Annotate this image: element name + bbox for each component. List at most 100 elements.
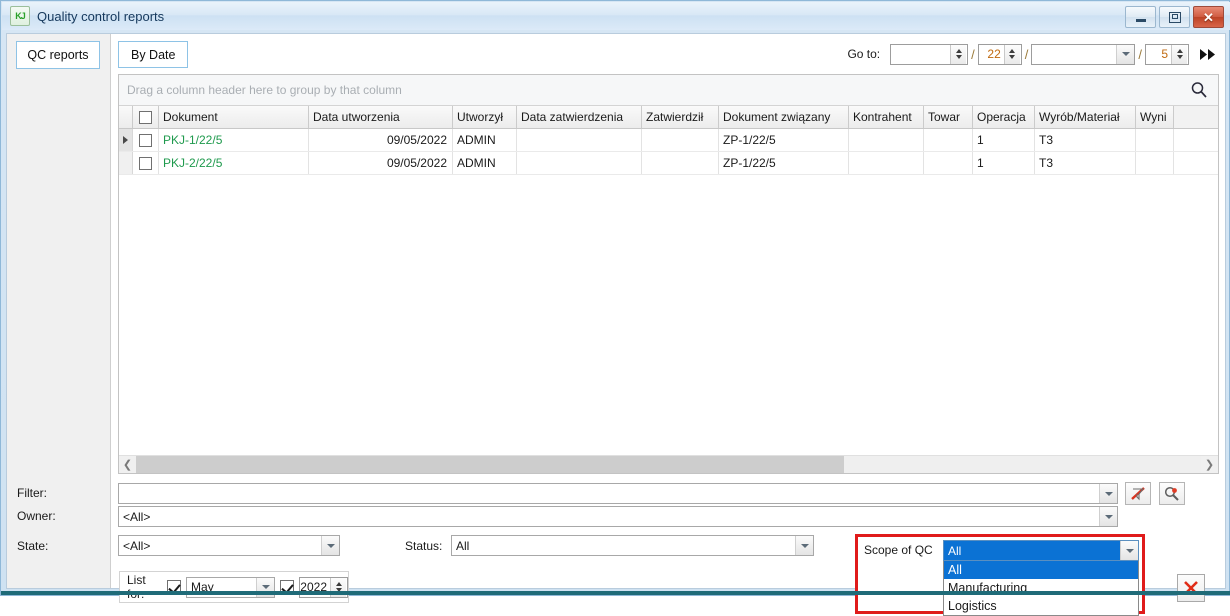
cell-item xyxy=(924,152,973,174)
chevron-down-icon xyxy=(1104,491,1113,496)
state-label: State: xyxy=(17,539,49,553)
sidebar-item-qc-reports[interactable]: QC reports xyxy=(16,41,100,69)
scroll-thumb[interactable] xyxy=(136,456,845,473)
chevron-down-icon xyxy=(1121,52,1130,56)
table-row[interactable]: PKJ-1/22/5 09/05/2022 ADMIN ZP-1/22/5 1 … xyxy=(119,129,1218,152)
fast-forward-icon xyxy=(1200,48,1215,60)
kj-app-icon xyxy=(10,6,30,26)
filter-input[interactable] xyxy=(118,483,1118,504)
cell-related-document: ZP-1/22/5 xyxy=(719,152,849,174)
state-dropdown-button[interactable] xyxy=(321,536,339,555)
cell-operation: 1 xyxy=(973,129,1035,151)
row-checkbox[interactable] xyxy=(133,152,159,174)
list-for-group: List for: May 2022 xyxy=(119,571,349,603)
filter-builder-icon xyxy=(1164,486,1179,501)
grid-header-operation[interactable]: Operacja xyxy=(973,106,1035,128)
row-checkbox[interactable] xyxy=(133,129,159,151)
chevron-down-icon xyxy=(1125,548,1134,553)
goto-toolbar: Go to: / 22 / / 5 xyxy=(847,42,1219,66)
state-combo[interactable]: <All> xyxy=(118,535,340,556)
minimize-icon xyxy=(1135,18,1146,22)
grid-header-result[interactable]: Wyni xyxy=(1136,106,1174,128)
state-value: <All> xyxy=(123,538,151,553)
grid-horizontal-scrollbar[interactable]: ❮ ❯ xyxy=(119,455,1218,473)
status-combo[interactable]: All xyxy=(451,535,814,556)
goto-month-spin-buttons[interactable] xyxy=(1003,44,1020,64)
grid-header-creation-date[interactable]: Data utworzenia xyxy=(309,106,453,128)
list-for-label: List for: xyxy=(127,573,146,601)
row-indicator xyxy=(119,152,133,174)
goto-month-spinner[interactable]: 22 xyxy=(977,43,1022,65)
goto-period-dropdown-button[interactable] xyxy=(1116,44,1135,64)
grid-header-approved-by[interactable]: Zatwierdził xyxy=(642,106,719,128)
grid-header-related-document[interactable]: Dokument związany xyxy=(719,106,849,128)
scope-option-all[interactable]: All xyxy=(944,561,1138,579)
scope-of-qc-dropdown-list[interactable]: All Manufacturing Logistics xyxy=(943,561,1139,616)
chevron-up-icon xyxy=(1009,49,1016,53)
cell-document[interactable]: PKJ-2/22/5 xyxy=(159,152,309,174)
owner-dropdown-button[interactable] xyxy=(1099,507,1117,526)
table-row[interactable]: PKJ-2/22/5 09/05/2022 ADMIN ZP-1/22/5 1 … xyxy=(119,152,1218,175)
group-by-panel[interactable]: Drag a column header here to group by th… xyxy=(119,75,1218,106)
grid-header-document[interactable]: Dokument xyxy=(159,106,309,128)
current-row-arrow-icon xyxy=(123,136,128,144)
cell-creation-date: 09/05/2022 xyxy=(309,129,453,151)
close-window-button[interactable] xyxy=(1177,574,1205,602)
grid-header-product-material[interactable]: Wyrób/Materiał xyxy=(1035,106,1136,128)
group-by-hint: Drag a column header here to group by th… xyxy=(127,83,402,97)
grid-header-created-by[interactable]: Utworzył xyxy=(453,106,517,128)
status-value: All xyxy=(456,538,470,553)
owner-combo[interactable]: <All> xyxy=(118,506,1118,527)
tab-by-date[interactable]: By Date xyxy=(118,41,189,68)
scope-of-qc-value: All xyxy=(948,543,962,558)
scope-option-logistics[interactable]: Logistics xyxy=(944,597,1138,615)
scope-of-qc-highlight: Scope of QC All All Manufacturing Logist… xyxy=(855,534,1145,616)
maximize-button[interactable] xyxy=(1159,6,1190,28)
clear-filter-icon xyxy=(1131,486,1145,500)
goto-separator-2: / xyxy=(1024,46,1029,62)
chevron-down-icon xyxy=(326,543,335,548)
goto-separator-3: / xyxy=(1138,46,1142,62)
cell-related-document: ZP-1/22/5 xyxy=(719,129,849,151)
scroll-right-button[interactable]: ❯ xyxy=(1201,456,1218,473)
status-label: Status: xyxy=(405,539,443,553)
cell-product-material: T3 xyxy=(1035,152,1136,174)
scope-dropdown-button[interactable] xyxy=(1120,541,1138,560)
client-area: QC reports By Date Go to: / 22 / / 5 Dra… xyxy=(6,33,1226,616)
goto-jump-button[interactable] xyxy=(1197,44,1219,65)
grid-header-select-all[interactable] xyxy=(133,106,159,128)
filter-dropdown-button[interactable] xyxy=(1099,484,1117,503)
goto-day-spin-buttons[interactable] xyxy=(950,44,967,64)
grid-header-contractor[interactable]: Kontrahent xyxy=(849,106,924,128)
filter-builder-button[interactable] xyxy=(1159,482,1185,505)
grid-header-approval-date[interactable]: Data zatwierdzenia xyxy=(517,106,642,128)
scroll-left-button[interactable]: ❮ xyxy=(119,456,136,473)
quality-control-reports-window: Quality control reports ✕ QC reports By … xyxy=(0,0,1230,616)
cell-result xyxy=(1136,129,1174,151)
grid-search-button[interactable] xyxy=(1187,78,1211,102)
cell-document[interactable]: PKJ-1/22/5 xyxy=(159,129,309,151)
chevron-up-icon xyxy=(955,49,962,53)
grid-header-item[interactable]: Towar xyxy=(924,106,973,128)
chevron-down-icon xyxy=(261,585,270,589)
sidebar-item-label: QC reports xyxy=(27,48,89,62)
close-button[interactable]: ✕ xyxy=(1193,6,1224,28)
owner-value: <All> xyxy=(123,509,151,524)
grid-header-row: Dokument Data utworzenia Utworzył Data z… xyxy=(119,106,1218,129)
cell-created-by: ADMIN xyxy=(453,129,517,151)
clear-filter-button[interactable] xyxy=(1125,482,1151,505)
goto-day-spinner[interactable] xyxy=(890,43,969,65)
chevron-down-icon xyxy=(1176,55,1183,59)
left-tab-pane: QC reports xyxy=(7,34,111,588)
minimize-button[interactable] xyxy=(1125,6,1156,28)
goto-period-combo[interactable] xyxy=(1031,43,1136,65)
cell-approval-date xyxy=(517,129,642,151)
status-dropdown-button[interactable] xyxy=(795,536,813,555)
close-icon: ✕ xyxy=(1203,9,1214,25)
scroll-track[interactable] xyxy=(136,456,1201,473)
goto-year-spinner[interactable]: 5 xyxy=(1145,43,1189,65)
chevron-down-icon xyxy=(800,543,809,548)
goto-year-spin-buttons[interactable] xyxy=(1171,44,1187,64)
scope-of-qc-combo[interactable]: All xyxy=(943,540,1139,561)
cell-approved-by xyxy=(642,129,719,151)
